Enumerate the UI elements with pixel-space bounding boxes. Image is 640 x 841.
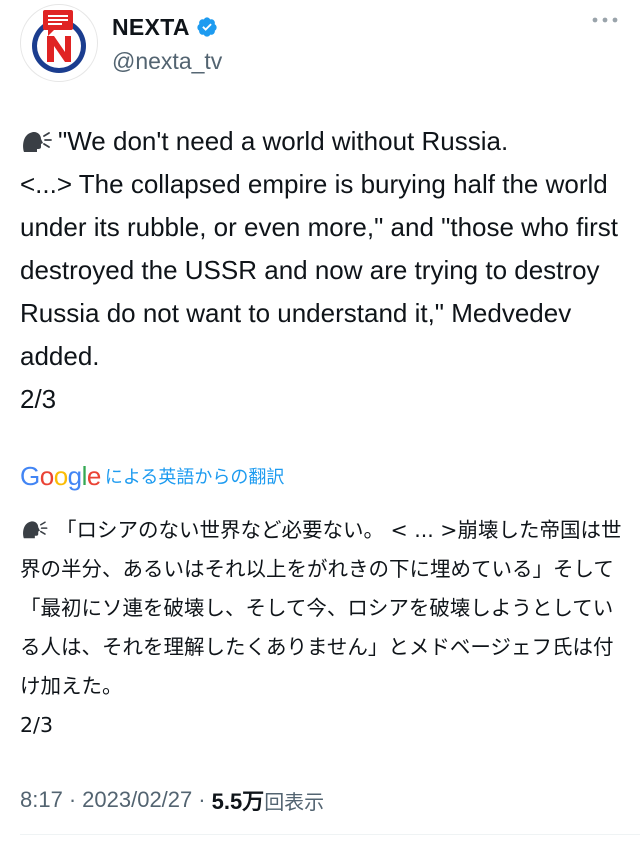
translation-attribution[interactable]: Google による英語からの翻訳 [20, 460, 284, 492]
google-wordmark: Google [20, 461, 101, 492]
tweet-text: "We don't need a world without Russia. <… [20, 126, 618, 414]
tweet-header: NEXTA @nexta_tv [20, 4, 620, 84]
translated-text: 「ロシアのない世界など必要ない。 < ... >崩壊した帝国は世界の半分、あるい… [20, 518, 622, 737]
tweet-meta: 8:17 · 2023/02/27 · 5.5万 回表示 [20, 783, 324, 817]
google-letter: o [53, 460, 68, 491]
author-handle[interactable]: @nexta_tv [112, 48, 222, 75]
views-count[interactable]: 5.5万 [212, 784, 265, 816]
google-letter: e [86, 460, 101, 491]
author-display-name[interactable]: NEXTA [112, 14, 190, 41]
speaking-head-icon [23, 521, 48, 539]
more-options-icon[interactable] [592, 16, 618, 24]
translation-label[interactable]: による英語からの翻訳 [105, 463, 284, 489]
google-logo: Google [20, 461, 101, 492]
author-names: NEXTA @nexta_tv [112, 12, 222, 75]
meta-separator: · [68, 787, 77, 812]
meta-separator: · [198, 787, 206, 812]
speaking-head-icon [23, 131, 52, 152]
tweet-time[interactable]: 8:17 [20, 787, 63, 813]
views-label[interactable]: 回表示 [264, 786, 324, 815]
nexta-logo-icon[interactable] [20, 4, 98, 82]
verified-badge-icon [197, 17, 217, 37]
display-name-row: NEXTA [112, 12, 222, 42]
tweet-body: "We don't need a world without Russia. <… [20, 120, 620, 421]
google-letter: g [67, 460, 82, 491]
divider [20, 834, 640, 835]
google-letter: G [20, 460, 40, 491]
google-letter: o [39, 460, 54, 491]
tweet-date[interactable]: 2023/02/27 [82, 787, 192, 813]
translated-body: 「ロシアのない世界など必要ない。 < ... >崩壊した帝国は世界の半分、あるい… [20, 511, 625, 745]
